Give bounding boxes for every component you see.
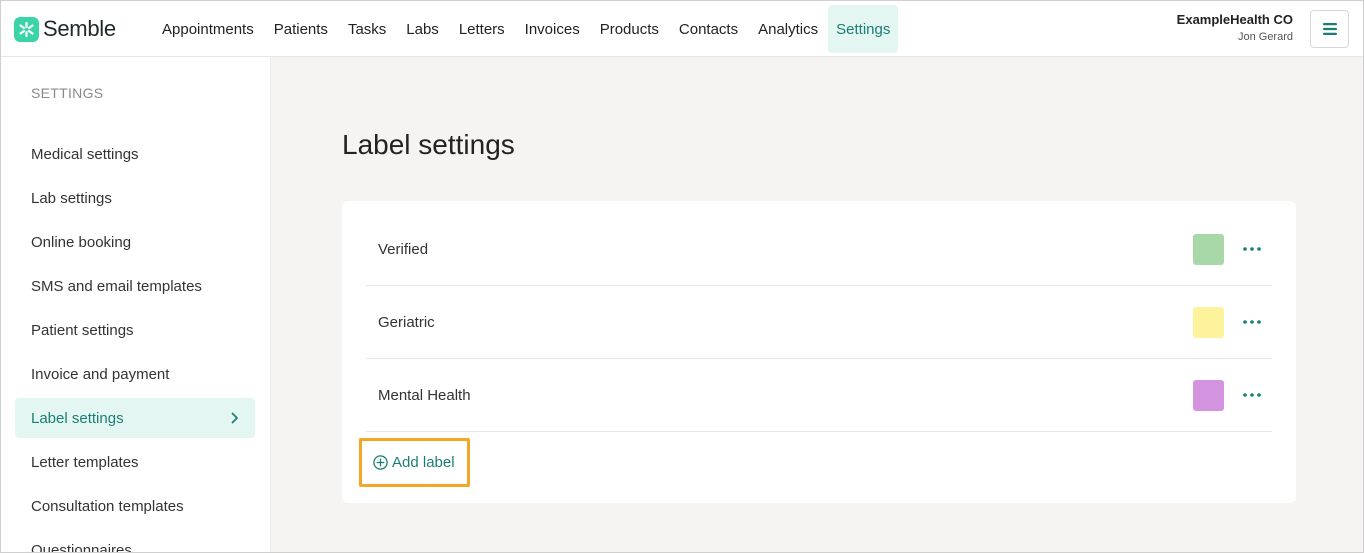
more-options-button[interactable] (1232, 307, 1272, 337)
hamburger-icon (1322, 23, 1337, 35)
more-horizontal-icon (1243, 247, 1261, 251)
sidebar-item-label: Invoice and payment (31, 365, 170, 383)
label-color-swatch[interactable] (1193, 233, 1224, 265)
account-info[interactable]: ExampleHealth CO Jon Gerard (1177, 12, 1293, 43)
sidebar-item-sms-email-templates[interactable]: SMS and email templates (15, 266, 255, 306)
more-horizontal-icon (1243, 320, 1261, 324)
add-label-button[interactable]: Add label (359, 438, 470, 487)
logo-text: Semble (43, 16, 116, 41)
nav-analytics[interactable]: Analytics (748, 5, 828, 53)
sidebar-item-invoice-payment[interactable]: Invoice and payment (15, 354, 255, 394)
chevron-right-icon (231, 412, 238, 424)
semble-logo-icon (14, 16, 39, 42)
sidebar-item-label: Medical settings (31, 145, 139, 163)
page-title: Label settings (342, 129, 515, 160)
main-nav: Appointments Patients Tasks Labs Letters… (152, 5, 899, 53)
sidebar-item-label: Letter templates (31, 453, 139, 471)
nav-invoices[interactable]: Invoices (515, 5, 590, 53)
sidebar-item-label: Online booking (31, 233, 132, 251)
nav-labs[interactable]: Labs (396, 5, 449, 53)
main-content: Label settings Verified Geriatric Mental… (271, 57, 1363, 552)
nav-letters[interactable]: Letters (449, 5, 515, 53)
sidebar-item-label: Lab settings (31, 189, 112, 207)
sidebar-item-label: Label settings (31, 409, 124, 427)
nav-tasks[interactable]: Tasks (338, 5, 396, 53)
nav-patients[interactable]: Patients (264, 5, 338, 53)
sidebar-item-questionnaires[interactable]: Questionnaires (15, 530, 255, 553)
user-name: Jon Gerard (1237, 31, 1293, 43)
nav-products[interactable]: Products (590, 5, 669, 53)
label-name: Geriatric (378, 313, 435, 331)
logo[interactable]: Semble (14, 16, 116, 42)
nav-settings[interactable]: Settings (828, 5, 899, 53)
sidebar-item-consultation-templates[interactable]: Consultation templates (15, 486, 255, 526)
sidebar-item-label: Consultation templates (31, 497, 184, 515)
sidebar-item-patient-settings[interactable]: Patient settings (15, 310, 255, 350)
sidebar-item-medical-settings[interactable]: Medical settings (15, 134, 255, 174)
label-name: Verified (378, 240, 429, 258)
label-color-swatch[interactable] (1193, 379, 1224, 411)
sidebar-item-lab-settings[interactable]: Lab settings (15, 178, 255, 218)
label-row-verified: Verified (366, 213, 1272, 286)
settings-sidebar: SETTINGS Medical settings Lab settings O… (1, 57, 271, 552)
add-label-text: Add label (392, 454, 455, 471)
nav-appointments[interactable]: Appointments (152, 5, 264, 53)
sidebar-item-online-booking[interactable]: Online booking (15, 222, 255, 262)
menu-button[interactable] (1310, 10, 1349, 48)
more-options-button[interactable] (1232, 234, 1272, 264)
top-bar: Semble Appointments Patients Tasks Labs … (1, 1, 1363, 57)
nav-contacts[interactable]: Contacts (669, 5, 748, 53)
labels-card: Verified Geriatric Mental Health Add lab… (342, 201, 1296, 503)
label-color-swatch[interactable] (1193, 306, 1224, 338)
sidebar-heading: SETTINGS (31, 85, 104, 101)
plus-circle-icon (373, 455, 388, 470)
org-name: ExampleHealth CO (1176, 12, 1293, 27)
sidebar-item-letter-templates[interactable]: Letter templates (15, 442, 255, 482)
more-horizontal-icon (1243, 393, 1261, 397)
more-options-button[interactable] (1232, 380, 1272, 410)
app-window: Semble Appointments Patients Tasks Labs … (0, 0, 1364, 553)
settings-menu: Medical settings Lab settings Online boo… (15, 134, 255, 553)
sidebar-item-label: Patient settings (31, 321, 134, 339)
label-row-mental-health: Mental Health (366, 359, 1272, 432)
sidebar-item-label-settings[interactable]: Label settings (15, 398, 255, 438)
sidebar-item-label: SMS and email templates (31, 277, 202, 295)
label-name: Mental Health (378, 386, 471, 404)
sidebar-item-label: Questionnaires (31, 541, 132, 553)
label-row-geriatric: Geriatric (366, 286, 1272, 359)
